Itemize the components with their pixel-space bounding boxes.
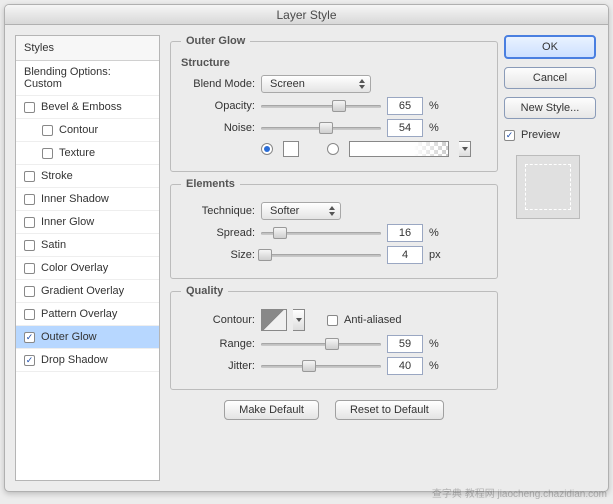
sidebar-checkbox[interactable] — [42, 148, 53, 159]
sidebar-checkbox[interactable] — [42, 125, 53, 136]
noise-unit: % — [429, 122, 445, 134]
sidebar-item-satin[interactable]: Satin — [16, 234, 159, 257]
sidebar-checkbox[interactable] — [24, 263, 35, 274]
noise-label: Noise: — [181, 122, 255, 134]
glow-gradient-radio[interactable] — [327, 143, 339, 155]
opacity-label: Opacity: — [181, 100, 255, 112]
blend-mode-label: Blend Mode: — [181, 78, 255, 90]
sidebar-checkbox[interactable] — [24, 309, 35, 320]
spread-unit: % — [429, 227, 445, 239]
quality-group: Quality Contour: Anti-aliased Range: 59 … — [170, 285, 498, 390]
styles-sidebar: Styles Blending Options: Custom Bevel & … — [15, 35, 160, 481]
make-default-button[interactable]: Make Default — [224, 400, 319, 420]
sidebar-item-label: Bevel & Emboss — [41, 101, 122, 113]
sidebar-item-label: Satin — [41, 239, 66, 251]
quality-heading: Quality — [181, 285, 228, 297]
glow-gradient-swatch[interactable] — [349, 141, 449, 157]
sidebar-checkbox[interactable] — [24, 286, 35, 297]
sidebar-item-inner-glow[interactable]: Inner Glow — [16, 211, 159, 234]
sidebar-item-label: Gradient Overlay — [41, 285, 124, 297]
sidebar-item-label: Color Overlay — [41, 262, 108, 274]
preview-checkbox[interactable]: ✓ — [504, 130, 515, 141]
antialiased-label: Anti-aliased — [344, 314, 401, 326]
range-input[interactable]: 59 — [387, 335, 423, 353]
contour-label: Contour: — [181, 314, 255, 326]
layer-style-dialog: Layer Style Styles Blending Options: Cus… — [4, 4, 609, 492]
opacity-input[interactable]: 65 — [387, 97, 423, 115]
sidebar-item-pattern-overlay[interactable]: Pattern Overlay — [16, 303, 159, 326]
size-input[interactable]: 4 — [387, 246, 423, 264]
sidebar-header[interactable]: Styles — [16, 36, 159, 61]
spread-input[interactable]: 16 — [387, 224, 423, 242]
window-title: Layer Style — [5, 5, 608, 25]
outer-glow-group: Outer Glow Structure Blend Mode: Screen … — [170, 35, 498, 172]
sidebar-item-color-overlay[interactable]: Color Overlay — [16, 257, 159, 280]
sidebar-checkbox[interactable] — [24, 217, 35, 228]
new-style-button[interactable]: New Style... — [504, 97, 596, 119]
ok-button[interactable]: OK — [504, 35, 596, 59]
antialiased-checkbox[interactable] — [327, 315, 338, 326]
sidebar-item-label: Contour — [59, 124, 98, 136]
dialog-buttons: OK Cancel New Style... ✓ Preview — [500, 25, 608, 491]
elements-group: Elements Technique: Softer Spread: 16 % … — [170, 178, 498, 279]
sidebar-item-label: Drop Shadow — [41, 354, 108, 366]
panel-title: Outer Glow — [181, 35, 250, 47]
jitter-unit: % — [429, 360, 445, 372]
sidebar-blending-options[interactable]: Blending Options: Custom — [16, 61, 159, 96]
jitter-input[interactable]: 40 — [387, 357, 423, 375]
sidebar-item-label: Inner Glow — [41, 216, 94, 228]
noise-slider[interactable] — [261, 121, 381, 135]
noise-input[interactable]: 54 — [387, 119, 423, 137]
contour-swatch[interactable] — [261, 309, 287, 331]
sidebar-checkbox[interactable]: ✓ — [24, 332, 35, 343]
range-label: Range: — [181, 338, 255, 350]
size-unit: px — [429, 249, 445, 261]
sidebar-item-drop-shadow[interactable]: ✓ Drop Shadow — [16, 349, 159, 372]
sidebar-item-label: Outer Glow — [41, 331, 97, 343]
technique-select[interactable]: Softer — [261, 202, 341, 220]
opacity-unit: % — [429, 100, 445, 112]
sidebar-item-label: Texture — [59, 147, 95, 159]
sidebar-item-bevel-emboss[interactable]: Bevel & Emboss — [16, 96, 159, 119]
elements-heading: Elements — [181, 178, 240, 190]
sidebar-checkbox[interactable] — [24, 194, 35, 205]
sidebar-item-stroke[interactable]: Stroke — [16, 165, 159, 188]
preview-label: Preview — [521, 129, 560, 141]
jitter-label: Jitter: — [181, 360, 255, 372]
size-label: Size: — [181, 249, 255, 261]
sidebar-checkbox[interactable] — [24, 102, 35, 113]
glow-color-radio[interactable] — [261, 143, 273, 155]
dialog-body: Styles Blending Options: Custom Bevel & … — [5, 25, 608, 491]
blend-mode-select[interactable]: Screen — [261, 75, 371, 93]
sidebar-item-outer-glow[interactable]: ✓ Outer Glow — [16, 326, 159, 349]
opacity-slider[interactable] — [261, 99, 381, 113]
sidebar-item-inner-shadow[interactable]: Inner Shadow — [16, 188, 159, 211]
sidebar-item-label: Pattern Overlay — [41, 308, 117, 320]
spread-label: Spread: — [181, 227, 255, 239]
sidebar-checkbox[interactable]: ✓ — [24, 355, 35, 366]
range-slider[interactable] — [261, 337, 381, 351]
size-slider[interactable] — [261, 248, 381, 262]
reset-default-button[interactable]: Reset to Default — [335, 400, 444, 420]
contour-dropdown[interactable] — [293, 309, 305, 331]
sidebar-item-gradient-overlay[interactable]: Gradient Overlay — [16, 280, 159, 303]
jitter-slider[interactable] — [261, 359, 381, 373]
sidebar-item-texture[interactable]: Texture — [16, 142, 159, 165]
sidebar-item-contour[interactable]: Contour — [16, 119, 159, 142]
preview-thumbnail — [516, 155, 580, 219]
spread-slider[interactable] — [261, 226, 381, 240]
glow-gradient-dropdown[interactable] — [459, 141, 471, 157]
glow-color-swatch[interactable] — [283, 141, 299, 157]
sidebar-item-label: Inner Shadow — [41, 193, 109, 205]
structure-heading: Structure — [181, 57, 487, 69]
range-unit: % — [429, 338, 445, 350]
technique-label: Technique: — [181, 205, 255, 217]
sidebar-checkbox[interactable] — [24, 240, 35, 251]
sidebar-item-label: Stroke — [41, 170, 73, 182]
effect-panel: Outer Glow Structure Blend Mode: Screen … — [164, 25, 500, 491]
sidebar-checkbox[interactable] — [24, 171, 35, 182]
cancel-button[interactable]: Cancel — [504, 67, 596, 89]
